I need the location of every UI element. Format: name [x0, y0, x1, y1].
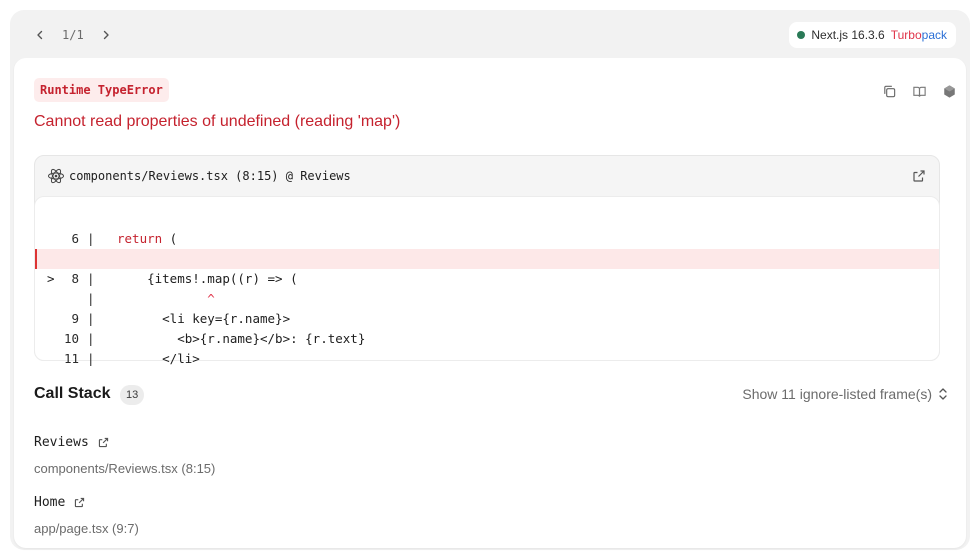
nextjs-version: Next.js 16.3.6 — [811, 28, 885, 42]
error-message: Cannot read properties of undefined (rea… — [34, 113, 401, 130]
stack-frame-location: components/Reviews.tsx (8:15) — [34, 461, 216, 476]
show-ignored-frames-label: Show 11 ignore-listed frame(s) — [742, 386, 932, 402]
nextjs-icon — [943, 84, 955, 98]
error-counter: 1/1 — [62, 28, 84, 42]
error-card: Runtime TypeError Cannot read properties… — [14, 58, 966, 548]
line-number: 11 — [63, 351, 79, 366]
stack-frame-function-name: Home — [34, 495, 66, 510]
overlay-toolbar: 1/1 Next.js 16.3.6 Turbopack — [10, 10, 970, 58]
docs-icon — [912, 86, 926, 97]
error-type-badge: Runtime TypeError — [34, 78, 169, 102]
stack-frame-function[interactable]: Home — [34, 495, 139, 510]
code-snippet: 6|return ( 7| <ul className="mt-4 space-… — [34, 196, 940, 366]
code-line-error: >8 | {items!.map((r) => ( — [35, 249, 939, 286]
bundler-name: Turbopack — [891, 28, 947, 42]
version-badge[interactable]: Next.js 16.3.6 Turbopack — [789, 22, 956, 48]
nextjs-devtools-button[interactable] — [938, 80, 960, 102]
code-line: 11 | </li> — [35, 329, 939, 366]
code-line: 10 | <b>{r.name}</b>: {r.text} — [35, 309, 939, 346]
bundler-name-part-a: Turbo — [890, 28, 922, 42]
stack-frame-function-name: Reviews — [34, 435, 89, 450]
code-line: 7| <ul className="mt-4 space-y-2"> — [35, 229, 939, 266]
error-overlay: 1/1 Next.js 16.3.6 Turbopack Runtime Typ… — [10, 10, 970, 550]
code-frame: components/Reviews.tsx (8:15) @ Reviews … — [34, 155, 940, 366]
status-dot — [797, 31, 806, 39]
previous-error-button[interactable] — [30, 24, 50, 46]
docs-button[interactable] — [908, 80, 930, 102]
stack-frame: Reviews components/Reviews.tsx (8:15) — [34, 435, 215, 476]
code-line: 9 | <li key={r.name}> — [35, 289, 939, 326]
chevron-updown-icon — [939, 388, 947, 400]
external-link-icon[interactable] — [911, 168, 927, 184]
show-ignored-frames-button[interactable]: Show 11 ignore-listed frame(s) — [742, 386, 948, 402]
external-link-icon[interactable] — [73, 496, 86, 509]
code-line-caret: | ^ — [35, 269, 939, 306]
stack-frame-location: app/page.tsx (9:7) — [34, 521, 139, 536]
copy-icon — [883, 85, 895, 97]
code-frame-file: components/Reviews.tsx (8:15) @ Reviews — [69, 169, 351, 183]
call-stack-title: Call Stack — [34, 385, 111, 402]
chevron-left-icon — [37, 30, 43, 40]
stack-frame: Home app/page.tsx (9:7) — [34, 495, 139, 536]
code-frame-header: components/Reviews.tsx (8:15) @ Reviews — [35, 156, 939, 196]
react-icon — [48, 168, 64, 184]
bundler-name-part-b: pack — [921, 28, 947, 42]
external-link-icon[interactable] — [97, 436, 110, 449]
next-error-button[interactable] — [96, 24, 116, 46]
chevron-right-icon — [103, 30, 109, 40]
code-line: 6 | return ( — [35, 209, 939, 246]
error-actions — [878, 80, 960, 102]
call-stack-count: 13 — [120, 385, 145, 405]
stack-frame-function[interactable]: Reviews — [34, 435, 215, 450]
error-pagination: 1/1 — [30, 24, 116, 46]
copy-error-button[interactable] — [878, 80, 900, 102]
